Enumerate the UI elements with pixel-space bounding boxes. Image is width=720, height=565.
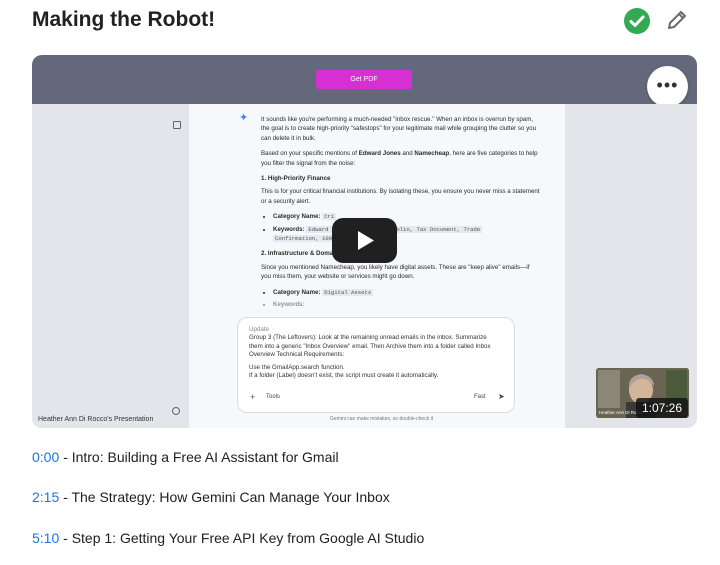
prompt-line-3: If a folder (Label) doesn't exist, the s… [249,372,439,380]
left-pane [32,104,189,428]
chapter-timestamp[interactable]: 2:15 [32,489,59,505]
section-1-category: Category Name: Cri [273,212,541,221]
prompt-line-2: Use the GmailApp.search function. [249,363,345,371]
mention-pre: Based on your specific mentions of [261,150,359,158]
keywords-value-3: Confirmation, 1099 [273,235,338,243]
page-title: Making the Robot! [32,8,216,31]
mention-and: and [400,150,415,158]
duration-badge: 1:07:26 [636,398,688,418]
chapter-timestamp[interactable]: 0:00 [32,449,59,465]
prompt-input[interactable]: Update Group 3 (The Leftovers): Look at … [237,317,515,413]
sparkle-icon: ✦ [239,112,249,124]
chapter-item: 0:00 - Intro: Building a Free AI Assista… [32,449,339,465]
section-2-keywords: Keywords: [273,300,541,309]
keywords-label: Keywords: [273,225,305,233]
model-select[interactable]: Fast [474,394,486,400]
get-pdf-button[interactable]: Get PDF [316,70,412,89]
pencil-icon[interactable] [664,7,690,33]
prompt-line-1: Group 3 (The Leftovers): Look at the rem… [249,334,491,359]
plus-icon[interactable]: + [250,392,255,402]
section-2-body: Since you mentioned Namecheap, you likel… [261,263,530,281]
keywords-value-2: folio, Tax Document, Trade [390,225,483,233]
disclaimer-text: Gemini can make mistakes, so double-chec… [330,416,434,422]
chapter-title: - Step 1: Getting Your Free API Key from… [59,530,425,546]
play-icon [358,231,374,250]
prompt-text[interactable]: Update Group 3 (The Leftovers): Look at … [249,326,499,384]
prompt-update-label: Update [249,326,269,333]
edit-icon [173,121,181,129]
play-button[interactable] [332,218,397,263]
chapter-timestamp[interactable]: 5:10 [32,530,59,546]
section-2-category: Category Name: Digital Assets [273,288,541,297]
response-text: It sounds like you're performing a much-… [261,115,541,316]
more-options-button[interactable]: ••• [647,66,688,107]
mention-paragraph: Based on your specific mentions of Edwar… [261,149,541,168]
prompt-toolbar: + Tools Fast ➤ [238,392,514,406]
presenter-label: Heather Ann Di Rocco's Presentation [38,416,154,423]
mention-name-1: Edward Jones [358,150,401,158]
tools-button[interactable]: Tools [266,394,280,400]
category-label: Category Name: [273,288,321,296]
category-value: Digital Assets [322,288,374,296]
mention-name-2: Namecheap [414,150,450,158]
chapter-item: 5:10 - Step 1: Getting Your Free API Key… [32,530,424,546]
category-label: Category Name: [273,213,321,221]
section-1-keywords: Keywords: Edward J folio, Tax Document, … [273,225,541,244]
chapter-title: - Intro: Building a Free AI Assistant fo… [59,449,339,465]
keywords-label: Keywords: [273,301,305,309]
section-1-title: 1. High-Priority Finance [261,175,331,183]
check-circle-icon [624,8,650,34]
video-player[interactable]: Get PDF ••• Heather Ann Di Rocco's Prese… [32,55,697,428]
intro-paragraph: It sounds like you're performing a much-… [261,116,537,142]
send-icon[interactable]: ➤ [498,392,505,401]
chapter-title: - The Strategy: How Gemini Can Manage Yo… [59,489,390,505]
chapter-item: 2:15 - The Strategy: How Gemini Can Mana… [32,489,390,505]
section-2-title: 2. Infrastructure & Domains [261,250,343,258]
section-1-body: This is for your critical financial inst… [261,188,540,205]
settings-icon [172,407,180,415]
